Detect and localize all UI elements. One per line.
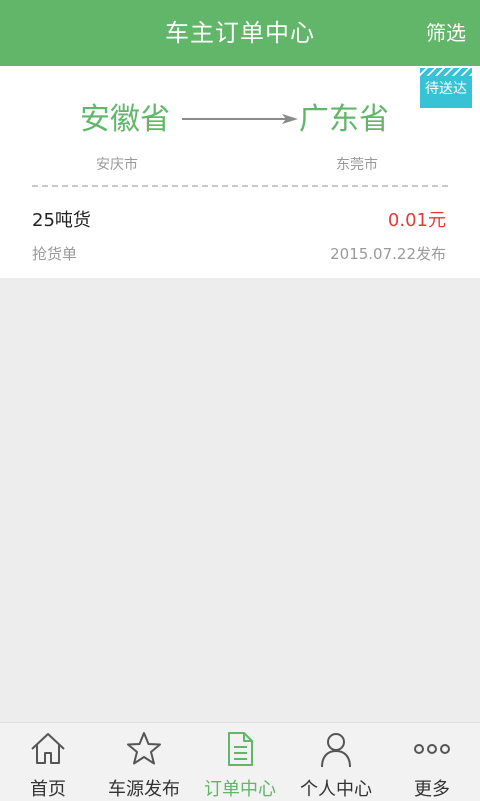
cargo-description: 25吨货 xyxy=(32,210,91,231)
page-title: 车主订单中心 xyxy=(165,19,315,47)
bottom-tab-bar: 首页 车源发布 订单中心 个人中心 更多 xyxy=(0,722,480,801)
tab-more-label: 更多 xyxy=(414,779,450,800)
badge-stripes xyxy=(420,68,472,76)
order-type: 抢货单 xyxy=(32,245,78,263)
order-card[interactable]: 待送达 安徽省 广东省 安庆市 东莞市 25吨货 0.01元 抢货单 2015.… xyxy=(0,66,480,278)
tab-profile-label: 个人中心 xyxy=(300,779,372,800)
status-badge-label: 待送达 xyxy=(425,81,467,97)
tab-more[interactable]: 更多 xyxy=(384,723,480,801)
tab-profile[interactable]: 个人中心 xyxy=(288,723,384,801)
tab-home-label: 首页 xyxy=(30,779,66,800)
person-icon xyxy=(321,733,351,768)
destination-province: 广东省 xyxy=(299,102,389,137)
more-icon xyxy=(414,744,450,754)
star-icon xyxy=(127,732,161,765)
order-price: 0.01元 xyxy=(387,210,446,231)
destination-city: 东莞市 xyxy=(336,157,378,173)
origin-city: 安庆市 xyxy=(96,157,138,173)
document-icon xyxy=(228,732,253,766)
home-icon xyxy=(31,733,65,764)
tab-orders-label: 订单中心 xyxy=(204,779,276,800)
publish-date: 2015.07.22发布 xyxy=(330,245,446,263)
status-badge: 待送达 xyxy=(420,68,472,108)
dashed-divider xyxy=(32,185,448,187)
app-header: 车主订单中心 筛选 xyxy=(0,0,480,66)
tab-publish-label: 车源发布 xyxy=(108,779,180,800)
route-arrow-icon xyxy=(182,114,298,124)
origin-province: 安徽省 xyxy=(80,102,170,137)
tab-orders[interactable]: 订单中心 xyxy=(192,723,288,801)
tab-home[interactable]: 首页 xyxy=(0,723,96,801)
tab-publish[interactable]: 车源发布 xyxy=(96,723,192,801)
filter-button[interactable]: 筛选 xyxy=(426,0,466,66)
